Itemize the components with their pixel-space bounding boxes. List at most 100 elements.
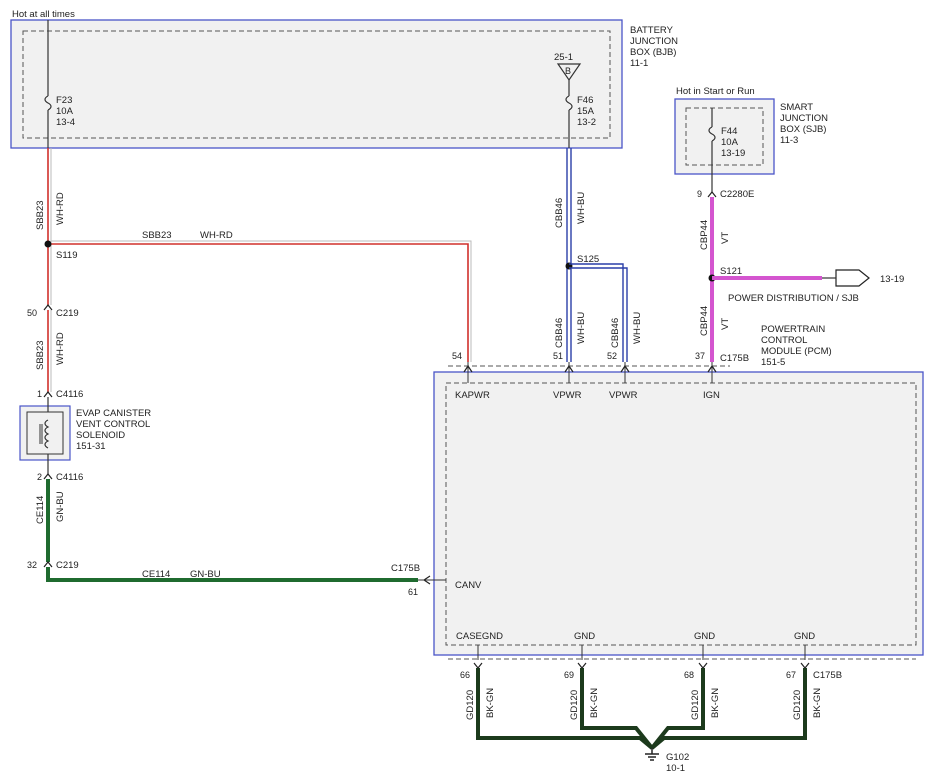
wire-gd120-color-4: BK-GN [812, 688, 823, 718]
wire-sbb23-color-1: WH-RD [55, 192, 66, 225]
ground-g102-label: G102 [666, 752, 689, 763]
splice-s121-label: S121 [720, 266, 742, 277]
pcm-pin-kapwr: KAPWR [455, 390, 490, 401]
wire-cbp44-code-2: CBP44 [699, 306, 710, 336]
c219-pin-bottom: 32 [27, 560, 37, 570]
pcm-title-4: 151-5 [761, 357, 785, 368]
wire-ce114-code-1: CE114 [35, 496, 46, 524]
vpwr1-pin-number: 51 [553, 351, 563, 361]
wire-gd120-code-1: GD120 [465, 690, 476, 720]
c4116-label-bottom: C4116 [56, 472, 83, 483]
canv-pin-number: 61 [408, 587, 418, 597]
f44-ref: 13-19 [721, 148, 745, 159]
wire-gd120-code-4: GD120 [792, 690, 803, 720]
wire-cbb46-color-1: WH-BU [576, 192, 587, 224]
f23-rating: 10A [56, 106, 74, 117]
kapwr-pin-number: 54 [452, 351, 462, 361]
wire-gd120-color-3: BK-GN [710, 688, 721, 718]
bjb-box [10, 19, 623, 149]
pcm-pin-vpwr-2: VPWR [609, 390, 638, 401]
f44-rating: 10A [721, 137, 739, 148]
power-distribution-connector-icon [835, 269, 870, 287]
wire-cbb46-color-2: WH-BU [576, 312, 587, 344]
wire-cbp44-color-1: VT [720, 232, 731, 244]
c2280e-label: C2280E [720, 189, 754, 200]
wire-sbb23-code-2: SBB23 [35, 340, 46, 370]
f23-name: F23 [56, 95, 72, 106]
f44-name: F44 [721, 126, 737, 137]
solenoid-title-1: EVAP CANISTER [76, 408, 151, 419]
c175b-label-ground: C175B [813, 670, 842, 681]
wire-cbp44-color-2: VT [720, 318, 731, 330]
wire-cbb46-code-3: CBB46 [610, 318, 621, 348]
wire-sbb23-branch-stripe [51, 240, 472, 362]
vpwr2-pin-number: 52 [607, 351, 617, 361]
wire-sbb23-code-h: SBB23 [142, 230, 172, 241]
c219-label-bottom: C219 [56, 560, 79, 571]
c4116-connector-icon-top [43, 391, 53, 398]
bjb-title-3: BOX (BJB) [630, 47, 676, 58]
sjb-title-2: JUNCTION [780, 113, 828, 124]
wire-cbp44-code-1: CBP44 [699, 220, 710, 250]
gnd1-pin-connector-icon [473, 662, 483, 669]
pcm-pin-gnd-3: GND [794, 631, 815, 642]
bjb-title-1: BATTERY [630, 25, 674, 36]
c175b-label-canv: C175B [391, 563, 420, 574]
hot-at-all-times-label: Hot at all times [12, 9, 75, 20]
splice-s119-label: S119 [56, 250, 77, 261]
f23-ref: 13-4 [56, 117, 75, 128]
wire-sbb23-branch [48, 243, 469, 362]
f46-name: F46 [577, 95, 593, 106]
gnd1-pin-number: 66 [460, 670, 470, 680]
pcm-pin-canv: CANV [455, 580, 482, 591]
wire-cbb46-color-3: WH-BU [632, 312, 643, 344]
pcm-pin-gnd-2: GND [694, 631, 715, 642]
c219-connector-icon-bottom [43, 561, 53, 568]
c2280e-connector-icon [707, 191, 717, 198]
pcm-title-3: MODULE (PCM) [761, 346, 832, 357]
wire-ce114-color-1: GN-BU [55, 491, 66, 522]
wire-gd120-color-1: BK-GN [485, 688, 496, 718]
bus-bar-ref: 25-1 [554, 52, 573, 63]
solenoid-title-2: VENT CONTROL [76, 419, 150, 430]
solenoid-title-3: SOLENOID [76, 430, 125, 441]
wire-sbb23-code-1: SBB23 [35, 200, 46, 230]
c4116-label-top: C4116 [56, 389, 83, 400]
pcm-title-1: POWERTRAIN [761, 324, 825, 335]
sjb-title-1: SMART [780, 102, 813, 113]
pcm-pin-gnd-1: GND [574, 631, 595, 642]
wire-cbb46-code-2: CBB46 [554, 318, 565, 348]
gnd4-pin-number: 67 [786, 670, 796, 680]
c219-pin-top: 50 [27, 308, 37, 318]
c4116-pin-top: 1 [37, 389, 42, 399]
pcm-pin-ign: IGN [703, 390, 720, 401]
pcm-pin-casegnd: CASEGND [456, 631, 503, 642]
solenoid-title-4: 151-31 [76, 441, 106, 452]
wire-gd120-color-2: BK-GN [589, 688, 600, 718]
wire-sbb23-color-2: WH-RD [55, 332, 66, 365]
sjb-title-3: BOX (SJB) [780, 124, 826, 135]
power-distribution-label: POWER DISTRIBUTION / SJB [728, 293, 859, 304]
wire-gd120-code-2: GD120 [569, 690, 580, 720]
wire-ce114-lower [46, 567, 418, 582]
wire-sbb23-color-h: WH-RD [200, 230, 233, 241]
ground-g102-ref: 10-1 [666, 763, 685, 774]
splice-s119-dot [44, 240, 52, 248]
wire-gd120-1 [476, 668, 654, 750]
gnd3-pin-number: 68 [684, 670, 694, 680]
gnd4-pin-connector-icon [800, 662, 810, 669]
wire-ce114-color-h: GN-BU [190, 569, 221, 580]
bjb-title-4: 11-1 [630, 58, 648, 69]
sjb-title-4: 11-3 [780, 135, 798, 146]
c175b-label-top: C175B [720, 353, 749, 364]
bjb-title-2: JUNCTION [630, 36, 678, 47]
c4116-pin-bottom: 2 [37, 472, 42, 482]
pcm-pin-vpwr-1: VPWR [553, 390, 582, 401]
c4116-connector-icon-bottom [43, 473, 53, 480]
ign-pin-number: 37 [695, 351, 705, 361]
power-distribution-ref: 13-19 [880, 274, 904, 285]
gnd3-pin-connector-icon [698, 662, 708, 669]
gnd2-pin-connector-icon [577, 662, 587, 669]
c2280e-pin-number: 9 [697, 189, 702, 199]
wire-gd120-4 [650, 668, 807, 750]
